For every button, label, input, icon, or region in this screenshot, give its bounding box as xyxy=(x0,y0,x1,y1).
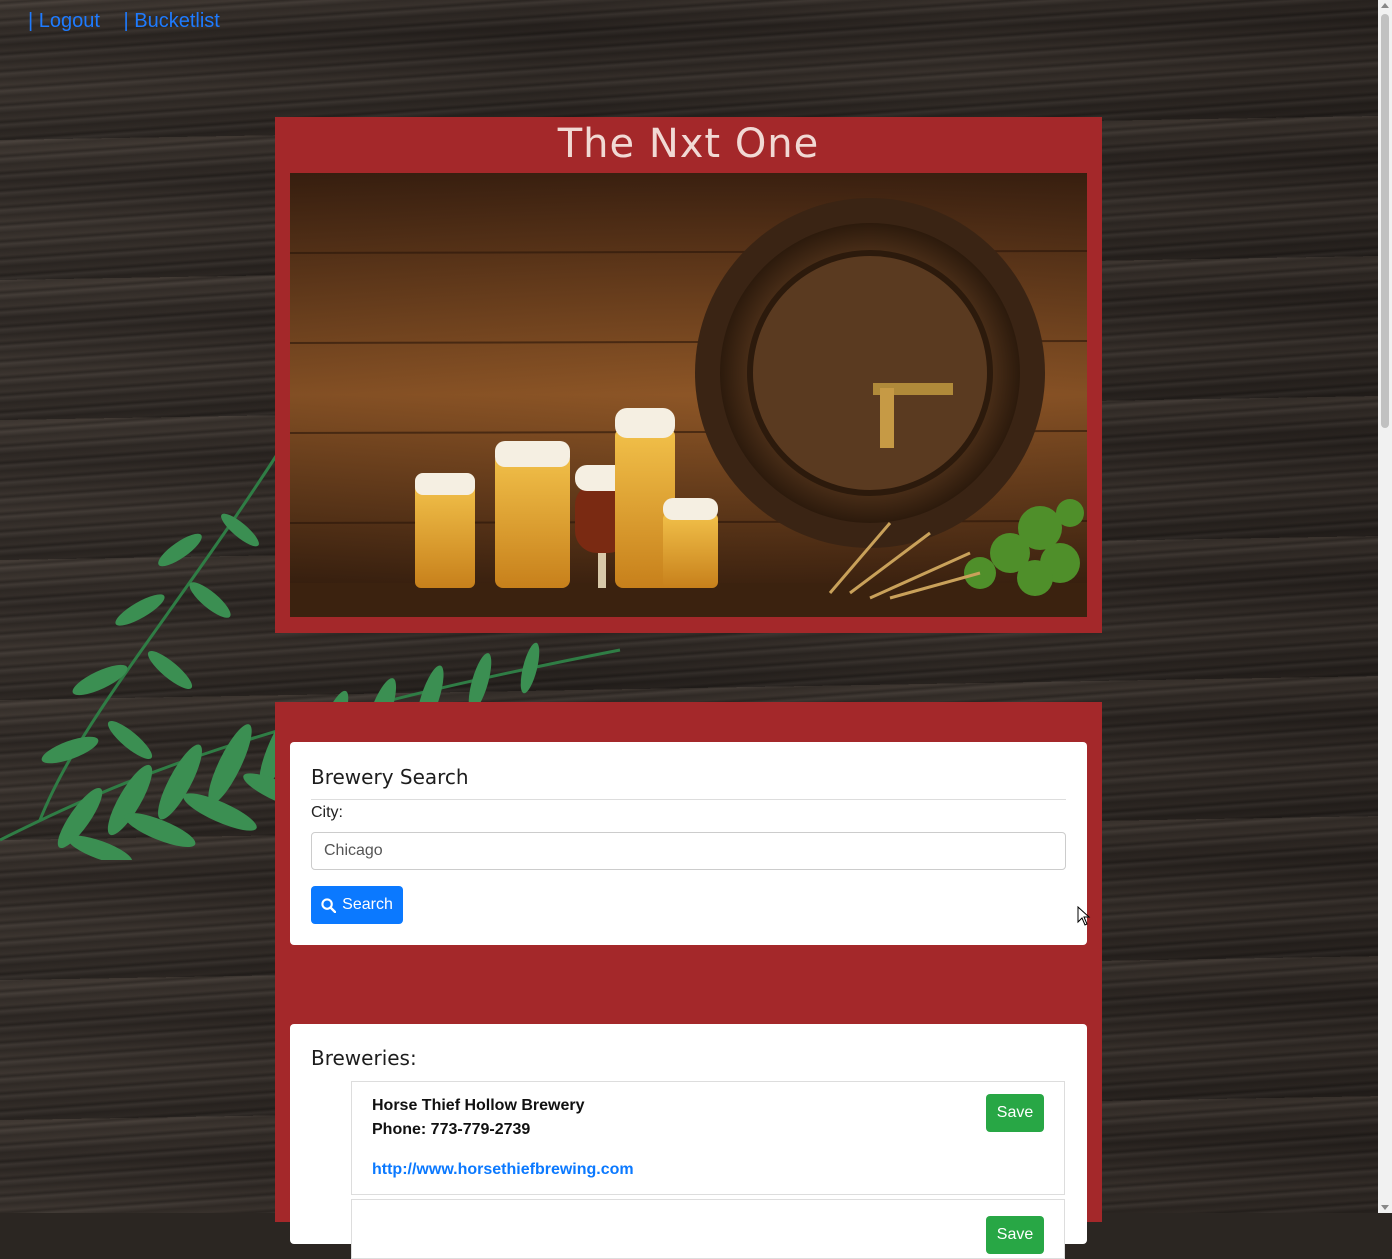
page-scrollbar[interactable] xyxy=(1378,0,1392,1213)
mouse-cursor-icon xyxy=(1077,906,1091,926)
header-panel: The Nxt One xyxy=(275,117,1102,633)
brewery-name: Horse Thief Hollow Brewery xyxy=(372,1097,585,1114)
brewery-phone: Phone: 773-779-2739 xyxy=(372,1121,531,1138)
search-icon xyxy=(321,897,337,913)
top-nav: | Logout | Bucketlist xyxy=(28,10,238,33)
city-input[interactable] xyxy=(311,832,1066,870)
beer-barrel-illustration xyxy=(290,173,1087,617)
site-title: The Nxt One xyxy=(557,121,820,167)
logout-link[interactable]: | Logout xyxy=(28,10,100,32)
breweries-title: Breweries: xyxy=(311,1046,417,1070)
main-panel: Brewery Search City: Search Breweries: H… xyxy=(275,702,1102,1259)
breweries-card: Breweries: Horse Thief Hollow Brewery Ph… xyxy=(290,1024,1087,1259)
save-button[interactable]: Save xyxy=(986,1216,1044,1254)
search-button-label: Search xyxy=(342,896,393,913)
save-button[interactable]: Save xyxy=(986,1094,1044,1132)
hero-image xyxy=(290,173,1087,617)
search-button[interactable]: Search xyxy=(311,886,403,924)
bucketlist-link[interactable]: | Bucketlist xyxy=(124,10,220,32)
list-item: Save xyxy=(351,1199,1065,1259)
search-card-title: Brewery Search xyxy=(311,765,469,789)
city-label: City: xyxy=(311,804,343,821)
divider xyxy=(311,799,1066,800)
scroll-thumb[interactable] xyxy=(1381,14,1389,428)
list-item: Horse Thief Hollow Brewery Phone: 773-77… xyxy=(351,1081,1065,1195)
scroll-up-icon[interactable] xyxy=(1381,3,1389,8)
brewery-search-card: Brewery Search City: Search xyxy=(290,742,1087,945)
scroll-down-icon[interactable] xyxy=(1381,1205,1389,1210)
brewery-website-link[interactable]: http://www.horsethiefbrewing.com xyxy=(372,1161,634,1179)
